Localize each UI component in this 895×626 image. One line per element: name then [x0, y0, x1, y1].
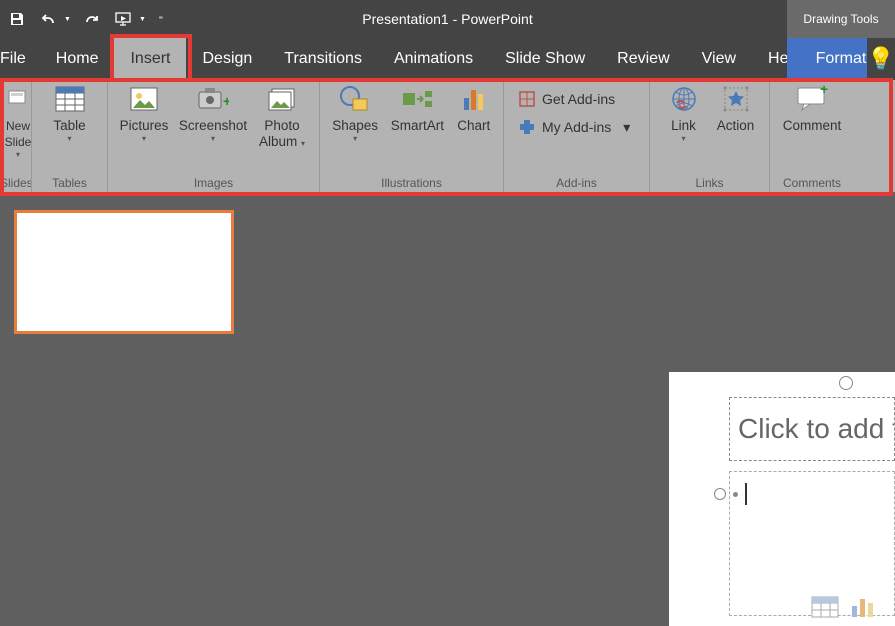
- comment-button[interactable]: + Comment: [777, 84, 847, 134]
- undo-icon[interactable]: [38, 8, 60, 30]
- selection-handle-icon[interactable]: [714, 488, 726, 500]
- insert-table-icon[interactable]: [811, 596, 839, 618]
- chart-label: Chart: [457, 118, 490, 134]
- tab-animations[interactable]: Animations: [378, 38, 489, 80]
- smartart-button[interactable]: SmartArt: [388, 84, 446, 134]
- contextual-tab-group: Drawing Tools: [787, 0, 895, 38]
- placeholder-content-icons: [811, 596, 877, 618]
- link-label: Link: [671, 118, 696, 134]
- my-addins-button[interactable]: My Add-ins ▾: [518, 118, 635, 136]
- comment-label: Comment: [783, 118, 842, 134]
- tab-slideshow[interactable]: Slide Show: [489, 38, 601, 80]
- tab-home[interactable]: Home: [40, 38, 115, 80]
- insert-chart-icon[interactable]: [849, 596, 877, 618]
- svg-text:+: +: [223, 93, 229, 109]
- present-from-beginning-icon[interactable]: [113, 8, 135, 30]
- tab-review[interactable]: Review: [601, 38, 685, 80]
- slide: Click to add title: [669, 372, 895, 626]
- group-label-slides: Slides: [0, 176, 31, 192]
- tab-design[interactable]: Design: [186, 38, 268, 80]
- group-comments: + Comment Comments: [770, 80, 854, 192]
- screenshot-label: Screenshot: [179, 118, 247, 134]
- group-tables: Table ▾ Tables: [32, 80, 108, 192]
- title-placeholder[interactable]: Click to add title: [729, 397, 895, 461]
- svg-text:+: +: [820, 85, 828, 97]
- text-cursor: [745, 483, 747, 505]
- table-button[interactable]: Table ▾: [40, 84, 100, 143]
- screenshot-button[interactable]: + Screenshot ▾: [178, 84, 248, 143]
- new-slide-label: New Slide: [5, 118, 32, 150]
- slide-canvas-area[interactable]: Click to add title: [260, 192, 895, 626]
- group-addins: Get Add-ins My Add-ins ▾ Add-ins: [504, 80, 650, 192]
- group-label-images: Images: [108, 176, 319, 192]
- save-icon[interactable]: [6, 8, 28, 30]
- smartart-label: SmartArt: [391, 118, 444, 134]
- group-label-comments: Comments: [770, 176, 854, 192]
- qat-customize-icon[interactable]: ⁼: [156, 8, 166, 30]
- redo-icon[interactable]: [81, 8, 103, 30]
- tab-insert[interactable]: Insert: [114, 38, 186, 80]
- bullet-icon: [733, 492, 738, 497]
- shapes-button[interactable]: Shapes ▾: [326, 84, 384, 143]
- new-slide-button[interactable]: New Slide ▾: [6, 84, 30, 159]
- ribbon-tabs: File Home Insert Design Transitions Anim…: [0, 38, 895, 80]
- undo-dropdown-icon[interactable]: ▼: [64, 16, 71, 23]
- group-label-illustrations: Illustrations: [320, 176, 503, 192]
- quick-access-toolbar: ▼ ▼ ⁼: [0, 8, 166, 30]
- my-addins-label: My Add-ins: [542, 119, 611, 135]
- get-addins-button[interactable]: Get Add-ins: [518, 90, 635, 108]
- table-label: Table: [53, 118, 85, 134]
- photo-album-label: Photo Album ▾: [252, 118, 312, 152]
- rotation-handle-icon[interactable]: [839, 376, 853, 390]
- window-title: Presentation1 - PowerPoint: [362, 11, 532, 27]
- workspace: Click to add title: [0, 192, 895, 626]
- slide-thumbnail-1[interactable]: [14, 210, 234, 334]
- tell-me-icon[interactable]: 💡: [867, 38, 895, 80]
- group-label-links: Links: [650, 176, 769, 192]
- group-images: Pictures ▾ + Screenshot ▾ Photo Album ▾ …: [108, 80, 320, 192]
- group-label-addins: Add-ins: [504, 176, 649, 192]
- title-bar: ▼ ▼ ⁼ Presentation1 - PowerPoint Drawing…: [0, 0, 895, 38]
- get-addins-label: Get Add-ins: [542, 91, 615, 107]
- action-label: Action: [717, 118, 755, 134]
- tab-view[interactable]: View: [686, 38, 752, 80]
- pictures-label: Pictures: [120, 118, 169, 134]
- pictures-button[interactable]: Pictures ▾: [114, 84, 174, 143]
- group-slides: New Slide ▾ Slides: [0, 80, 32, 192]
- group-illustrations: Shapes ▾ SmartArt Chart Illustrations: [320, 80, 504, 192]
- tab-file[interactable]: File: [0, 38, 40, 80]
- group-links: Link ▾ Action Links: [650, 80, 770, 192]
- ribbon: New Slide ▾ Slides Table ▾ Tables Pictur…: [0, 80, 895, 192]
- link-button[interactable]: Link ▾: [660, 84, 708, 143]
- content-placeholder[interactable]: [729, 471, 895, 616]
- action-button[interactable]: Action: [712, 84, 760, 134]
- photo-album-button[interactable]: Photo Album ▾: [252, 84, 312, 152]
- shapes-label: Shapes: [332, 118, 378, 134]
- slide-thumbnails-pane[interactable]: [0, 192, 260, 626]
- group-label-tables: Tables: [32, 176, 107, 192]
- tab-transitions[interactable]: Transitions: [268, 38, 378, 80]
- chart-button[interactable]: Chart: [450, 84, 497, 134]
- present-dropdown-icon[interactable]: ▼: [139, 16, 146, 23]
